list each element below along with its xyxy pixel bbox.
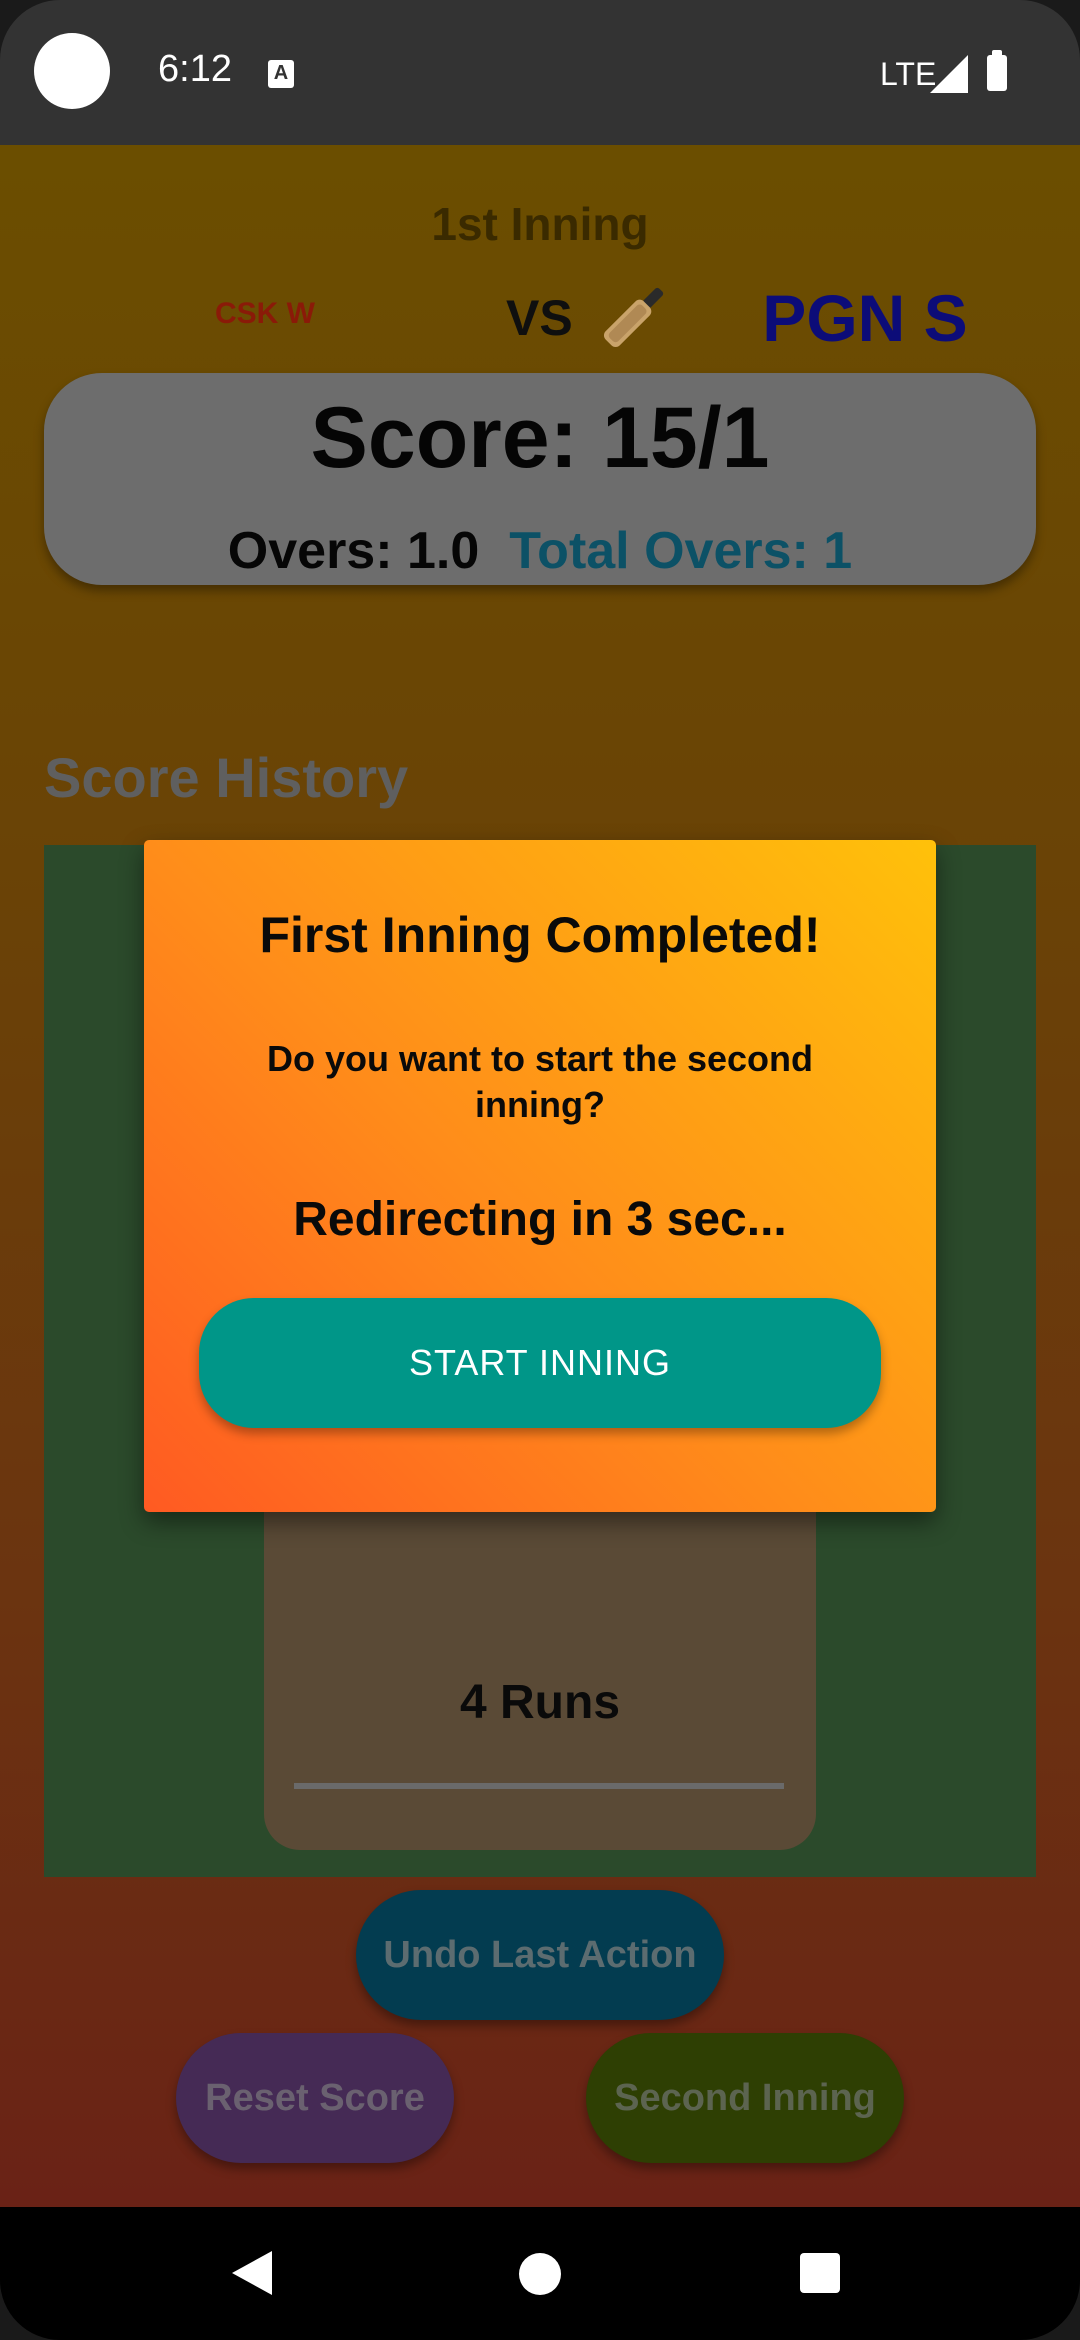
recent-apps-icon[interactable] (800, 2253, 840, 2293)
history-divider (294, 1783, 784, 1789)
team-a-name: CSK W (215, 297, 315, 330)
score-card: Score: 15/1 Overs: 1.0 Total Overs: 1 (44, 373, 1036, 585)
redirect-countdown: Redirecting in 3 sec... (293, 1193, 787, 1246)
battery-icon (987, 50, 1007, 91)
cricket-bat-icon (603, 287, 664, 348)
accessibility-notification-icon: A (268, 60, 294, 88)
inning-complete-dialog: First Inning Completed! Do you want to s… (144, 840, 936, 1512)
home-icon[interactable] (519, 2253, 561, 2295)
score-history-title: Score History (44, 746, 409, 809)
start-inning-button[interactable]: START INNING (199, 1298, 881, 1428)
total-overs-display: Total Overs: 1 (509, 522, 853, 580)
camera-cutout (34, 33, 110, 109)
dialog-title: First Inning Completed! (259, 907, 821, 963)
back-icon[interactable] (232, 2251, 272, 2295)
overs-row: Overs: 1.0 Total Overs: 1 (44, 521, 1036, 581)
dialog-message: Do you want to start the second inning? (266, 1038, 814, 1125)
history-entry: 4 Runs (459, 1676, 621, 1729)
undo-last-action-button[interactable]: Undo Last Action (356, 1890, 724, 2020)
overs-display: Overs: 1.0 (227, 522, 480, 580)
second-inning-button[interactable]: Second Inning (586, 2033, 904, 2163)
inning-title: 1st Inning (431, 198, 649, 250)
network-type: LTE (880, 56, 937, 92)
status-bar: 6:12 A LTE (0, 0, 1080, 145)
status-time: 6:12 (158, 48, 232, 90)
score-display: Score: 15/1 (310, 390, 770, 486)
navigation-bar (0, 2207, 1080, 2340)
vs-label: VS (506, 290, 573, 346)
team-b-name: PGN S (762, 281, 968, 355)
device-screen: 6:12 A LTE 1st Inning CSK W VS PGN S Sco… (0, 0, 1080, 2340)
reset-score-button[interactable]: Reset Score (176, 2033, 454, 2163)
signal-icon (930, 55, 968, 93)
